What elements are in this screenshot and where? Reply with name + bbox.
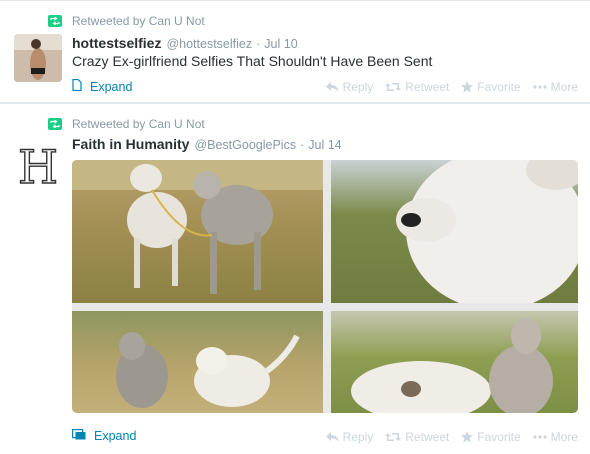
dog-photo[interactable] <box>331 160 578 303</box>
user-handle[interactable]: @BestGooglePics <box>194 138 296 152</box>
more-dots-icon <box>533 85 547 89</box>
favorite-action[interactable]: Favorite <box>461 430 521 444</box>
display-name[interactable]: Faith in Humanity <box>72 136 189 152</box>
reply-icon <box>325 432 339 442</box>
photo-icon <box>72 429 86 443</box>
reply-action[interactable]: Reply <box>325 430 373 444</box>
dog-photo[interactable] <box>72 160 323 303</box>
favorite-action[interactable]: Favorite <box>461 80 521 94</box>
retweet-icon <box>48 118 62 130</box>
star-icon <box>461 81 474 93</box>
retweet-icon <box>48 15 62 27</box>
retweet-action[interactable]: Retweet <box>385 80 449 94</box>
tweet[interactable]: Retweeted by Can U Not H Faith in Humani… <box>0 103 590 454</box>
tweet-text: Crazy Ex-girlfriend Selfies That Shouldn… <box>72 53 433 69</box>
retweet-action-icon <box>385 433 402 441</box>
user-handle[interactable]: @hottestselfiez <box>166 37 252 51</box>
reply-action[interactable]: Reply <box>325 80 373 94</box>
retweeted-by-label[interactable]: Retweeted by Can U Not <box>72 14 205 28</box>
document-icon <box>72 78 82 94</box>
photo-collage[interactable] <box>72 160 578 413</box>
retweet-action[interactable]: Retweet <box>385 430 449 444</box>
expand-label: Expand <box>90 79 133 94</box>
separator: · <box>300 138 305 152</box>
retweet-action-icon <box>385 83 402 91</box>
expand-link[interactable]: Expand <box>72 78 133 94</box>
tweet[interactable]: Retweeted by Can U Not hottestselfiez @h… <box>0 0 590 103</box>
dog-photo[interactable] <box>72 311 323 413</box>
avatar[interactable] <box>14 34 62 82</box>
more-dots-icon <box>533 435 547 439</box>
reply-icon <box>325 82 339 92</box>
avatar-letter: H <box>18 141 58 189</box>
retweeted-by-label[interactable]: Retweeted by Can U Not <box>72 117 205 131</box>
tweet-date[interactable]: Jul 10 <box>264 37 297 51</box>
expand-link[interactable]: Expand <box>72 429 136 443</box>
dog-photo[interactable] <box>331 311 578 413</box>
tweet-date[interactable]: Jul 14 <box>308 138 341 152</box>
display-name[interactable]: hottestselfiez <box>72 35 161 51</box>
more-action[interactable]: More <box>533 80 578 94</box>
expand-label: Expand <box>94 429 137 443</box>
more-action[interactable]: More <box>533 430 578 444</box>
tweet-actions: Reply Retweet Favorite More <box>314 430 578 444</box>
avatar[interactable]: H <box>14 141 62 189</box>
retweet-context: Retweeted by Can U Not <box>48 117 205 131</box>
separator: · <box>256 37 261 51</box>
retweet-context: Retweeted by Can U Not <box>48 14 205 28</box>
tweet-actions: Reply Retweet Favorite More <box>314 80 578 94</box>
star-icon <box>461 431 474 443</box>
